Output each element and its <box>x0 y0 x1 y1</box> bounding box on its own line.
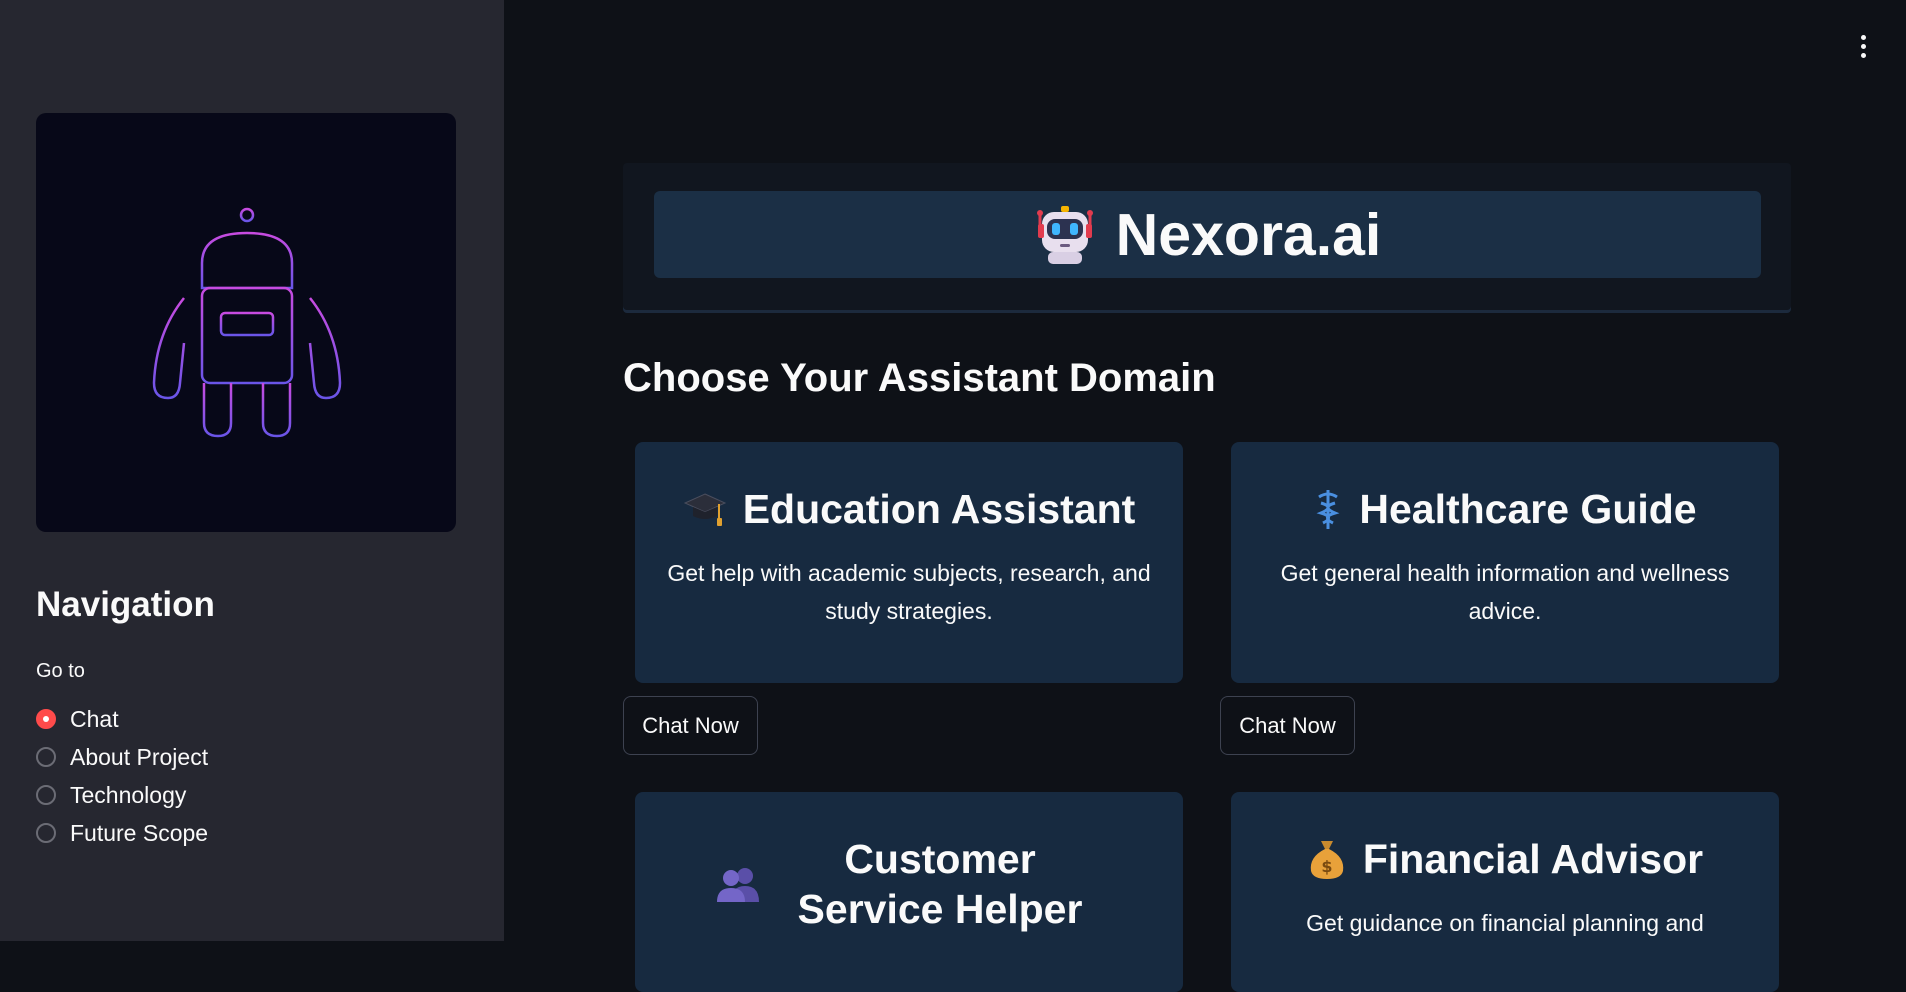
education-chat-now-button[interactable]: Chat Now <box>623 696 758 755</box>
radio-selected-icon[interactable] <box>36 709 56 729</box>
people-icon <box>715 864 761 904</box>
card-title: Healthcare Guide <box>1261 484 1749 534</box>
kebab-menu-icon <box>1860 52 1866 58</box>
radio-label: About Project <box>70 743 209 770</box>
radio-unselected-icon[interactable] <box>36 823 56 843</box>
caduceus-icon <box>1313 487 1343 531</box>
kebab-menu-icon <box>1860 34 1866 40</box>
financial-card: $ Financial Advisor Get guidance on fina… <box>1231 792 1779 992</box>
radio-option-chat[interactable]: Chat <box>36 700 208 738</box>
main-menu-button[interactable] <box>1850 30 1876 62</box>
money-bag-icon: $ <box>1307 837 1347 881</box>
radio-option-about-project[interactable]: About Project <box>36 738 208 776</box>
customer-service-card: Customer Service Helper <box>635 792 1183 992</box>
robot-outline-icon <box>152 207 342 438</box>
card-title: $ Financial Advisor <box>1261 834 1749 884</box>
radio-unselected-icon[interactable] <box>36 747 56 767</box>
radio-option-technology[interactable]: Technology <box>36 776 208 814</box>
radio-label: Future Scope <box>70 819 209 846</box>
card-title: Education Assistant <box>665 484 1153 534</box>
radio-label: Chat <box>70 705 119 732</box>
svg-text:$: $ <box>1321 857 1332 876</box>
section-title: Choose Your Assistant Domain <box>623 356 1216 400</box>
robot-face-icon <box>1036 205 1093 264</box>
navigation-heading: Navigation <box>36 585 215 624</box>
header-card: Nexora.ai <box>623 163 1791 310</box>
healthcare-chat-now-button[interactable]: Chat Now <box>1220 696 1355 755</box>
card-title-text: Financial Advisor <box>1362 836 1704 882</box>
kebab-menu-icon <box>1860 43 1866 49</box>
radio-option-future-scope[interactable]: Future Scope <box>36 814 208 852</box>
brand-title: Nexora.ai <box>1115 201 1382 268</box>
sidebar: Navigation Go to Chat About Project Tech… <box>0 0 504 941</box>
card-title: Customer Service Helper <box>665 834 1153 934</box>
education-card: Education Assistant Get help with academ… <box>635 442 1183 683</box>
brand-banner: Nexora.ai <box>654 191 1761 278</box>
card-description: Get help with academic subjects, researc… <box>667 560 1151 624</box>
card-title-text: Education Assistant <box>742 486 1136 532</box>
healthcare-card: Healthcare Guide Get general health info… <box>1231 442 1779 683</box>
card-title-text: Healthcare Guide <box>1359 486 1697 532</box>
robot-logo-image <box>36 113 456 532</box>
graduation-cap-icon <box>683 488 727 530</box>
card-title-text: Customer Service Helper <box>797 836 1083 932</box>
radio-unselected-icon[interactable] <box>36 785 56 805</box>
goto-label: Go to <box>36 660 85 682</box>
card-description: Get general health information and welln… <box>1280 560 1730 624</box>
navigation-radio-group: Chat About Project Technology Future Sco… <box>36 700 208 852</box>
card-description: Get guidance on financial planning and <box>1306 910 1704 936</box>
radio-label: Technology <box>70 781 187 808</box>
